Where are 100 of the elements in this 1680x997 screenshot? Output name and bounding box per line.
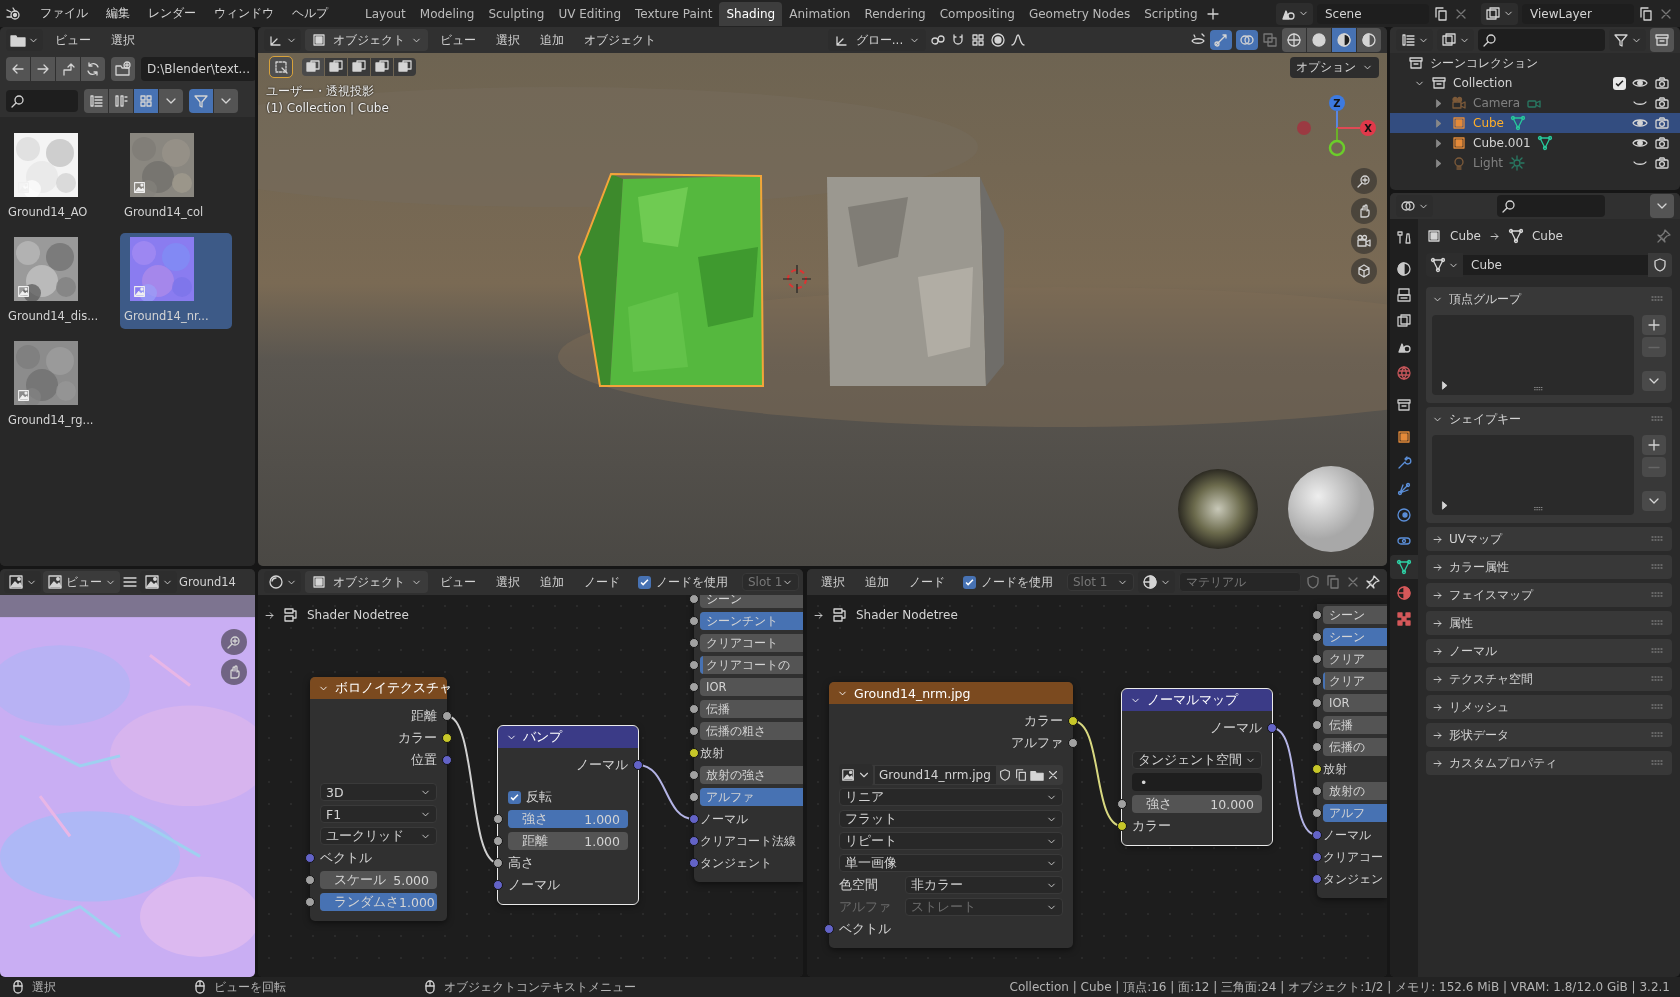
image-name-field[interactable]: Ground14_nrm.jpg [875, 766, 996, 784]
workspace-tab[interactable]: UV Editing [551, 1, 629, 26]
dropdown[interactable]: 単一画像 [839, 854, 1063, 872]
dropdown[interactable]: リピート [839, 832, 1063, 850]
shader-node[interactable]: シーン シーンチント クリアコート クリアコートの IOR 伝播 伝播の粗さ 放射 放射の強さ アルファ ノーマル クリアコート法線 タンジェント [694, 595, 803, 882]
workspace-tab[interactable]: Sculpting [481, 1, 552, 26]
menu-item[interactable]: 選択 [488, 570, 528, 594]
workspace-tab[interactable]: Rendering [857, 1, 933, 26]
menu-item[interactable]: ビュー [432, 570, 484, 594]
dropdown[interactable]: ユークリッド [320, 827, 437, 845]
workspace-tab[interactable]: Scripting [1137, 1, 1205, 26]
file-item[interactable]: Ground14_col [120, 129, 232, 225]
number-field[interactable]: シーン [1323, 606, 1387, 624]
text-field[interactable]: • [1132, 773, 1262, 791]
file-item[interactable]: Ground14_nr... [120, 233, 232, 329]
workspace-tab[interactable]: Texture Paint [628, 1, 720, 26]
panel-header[interactable]: 頂点グループ [1426, 287, 1672, 311]
number-field[interactable]: 強さ 10.000 [1132, 795, 1262, 813]
image-name-field[interactable]: Ground14 [179, 575, 236, 589]
node-title: バンプ [523, 728, 562, 746]
menu-item[interactable]: 選択 [813, 570, 853, 594]
node-header[interactable]: バンプ [498, 726, 638, 748]
shader-node[interactable]: ノーマルマップ ノーマル タンジェント空間 • 強さ 10.000 カラー [1122, 689, 1272, 845]
material-field[interactable]: マテリアル [1179, 572, 1301, 592]
menu-item[interactable]: 選択 [103, 28, 143, 52]
dropdown[interactable]: F1 [320, 805, 437, 823]
number-field[interactable]: 距離 1.000 [508, 832, 628, 850]
number-field[interactable]: 伝播 [700, 700, 803, 718]
node-header[interactable]: ノーマルマップ [1122, 689, 1272, 711]
outliner-row[interactable]: Cube [1390, 113, 1680, 133]
number-field[interactable]: スケール 5.000 [320, 871, 437, 889]
outliner-row[interactable]: Light [1390, 153, 1680, 173]
mesh-name-field[interactable]: Cube [1463, 255, 1648, 275]
file-item[interactable]: Ground14_dis... [4, 233, 116, 329]
menu-item[interactable]: レンダー [140, 2, 204, 25]
dropdown[interactable]: タンジェント空間 [1132, 751, 1262, 769]
outliner-row[interactable]: Camera [1390, 93, 1680, 113]
menu-item[interactable]: ファイル [32, 2, 96, 25]
workspace-tab[interactable]: Geometry Nodes [1021, 1, 1138, 26]
mode-dropdown[interactable]: オブジェクト [305, 29, 428, 51]
status-hint: オブジェクトコンテキストメニュー [444, 978, 636, 996]
menu-item[interactable]: ビュー [47, 28, 99, 52]
workspace-tab[interactable]: Animation [782, 1, 858, 26]
menu-item[interactable]: 選択 [488, 28, 528, 52]
number-field[interactable]: シーン [700, 595, 803, 608]
menu-item[interactable]: ノード [576, 570, 628, 594]
node-header[interactable]: Ground14_nrm.jpg [829, 682, 1073, 704]
file-item[interactable]: Ground14_AO [4, 129, 116, 225]
menu-item[interactable]: 追加 [532, 570, 572, 594]
number-field[interactable]: 伝播 [1323, 716, 1387, 734]
panel-header[interactable]: カラー属性 [1426, 555, 1672, 579]
shader-node[interactable]: バンプ ノーマル 反転 強さ 1.000 距離 1.000 高さ ノーマル [498, 726, 638, 904]
dropdown[interactable]: 3D [320, 783, 437, 801]
number-field[interactable]: 放射の [1323, 782, 1387, 800]
number-field[interactable]: 伝播の粗さ [700, 722, 803, 740]
dropdown[interactable]: フラット [839, 810, 1063, 828]
file-name: Ground14_AO [8, 205, 88, 219]
panel-header[interactable]: テクスチャ空間 [1426, 667, 1672, 691]
panel-header[interactable]: ノーマル [1426, 639, 1672, 663]
number-field[interactable]: クリア [1323, 672, 1387, 690]
number-field[interactable]: 放射の強さ [700, 766, 803, 784]
file-item[interactable]: Ground14_rg... [4, 337, 116, 433]
workspace-tab[interactable]: Compositing [932, 1, 1022, 26]
menu-item[interactable]: ノード [901, 570, 953, 594]
dropdown[interactable]: リニア [839, 788, 1063, 806]
panel-header[interactable]: カスタムプロパティ [1426, 751, 1672, 775]
panel-header[interactable]: 属性 [1426, 611, 1672, 635]
options-dropdown[interactable]: オプション [1290, 57, 1379, 78]
number-field[interactable]: クリアコートの [700, 656, 803, 674]
menu-item[interactable]: オブジェクト [576, 28, 664, 52]
outliner-item[interactable]: Collection [1453, 76, 1607, 90]
workspace-tab[interactable]: Shading [719, 1, 783, 26]
view-layer-field[interactable]: ViewLayer [1522, 3, 1634, 24]
number-field[interactable]: IOR [1323, 694, 1387, 712]
menu-item[interactable]: 追加 [857, 570, 897, 594]
number-field[interactable]: 伝播の [1323, 738, 1387, 756]
panel-header[interactable]: フェイスマップ [1426, 583, 1672, 607]
menu-item[interactable]: ウィンドウ [206, 2, 282, 25]
outliner-item[interactable]: シーンコレクション [1430, 54, 1538, 72]
workspace-tab[interactable]: Layout [358, 1, 413, 26]
panel-title: ノーマル [1449, 642, 1497, 660]
panel-header[interactable]: UVマップ [1426, 527, 1672, 551]
menu-item[interactable]: 編集 [98, 2, 138, 25]
shader-node[interactable]: シーン シーン クリア クリア IOR 伝播 伝播の 放射 放射の アルフ ノーマル クリアコー タンジェン [1317, 604, 1387, 898]
number-field[interactable]: クリア [1323, 650, 1387, 668]
workspace-tab[interactable]: Modeling [412, 1, 482, 26]
number-field[interactable]: クリアコート [700, 634, 803, 652]
menu-item[interactable]: ビュー [432, 28, 484, 52]
path-field[interactable]: D:\Blender\text... [141, 57, 255, 81]
outliner-row[interactable]: Cube.001 [1390, 133, 1680, 153]
panel-header[interactable]: 形状データ [1426, 723, 1672, 747]
dropdown[interactable]: 非カラー [905, 876, 1063, 894]
menu-item[interactable]: ヘルプ [284, 2, 336, 25]
panel-header[interactable]: リメッシュ [1426, 695, 1672, 719]
view-dropdown[interactable]: ビュー [43, 571, 120, 593]
scene-field[interactable]: Scene [1317, 3, 1429, 24]
menu-item[interactable]: 追加 [532, 28, 572, 52]
mode-dropdown[interactable]: オブジェクト [305, 571, 428, 593]
panel-header[interactable]: シェイプキー [1426, 407, 1672, 431]
number-field[interactable]: IOR [700, 678, 803, 696]
